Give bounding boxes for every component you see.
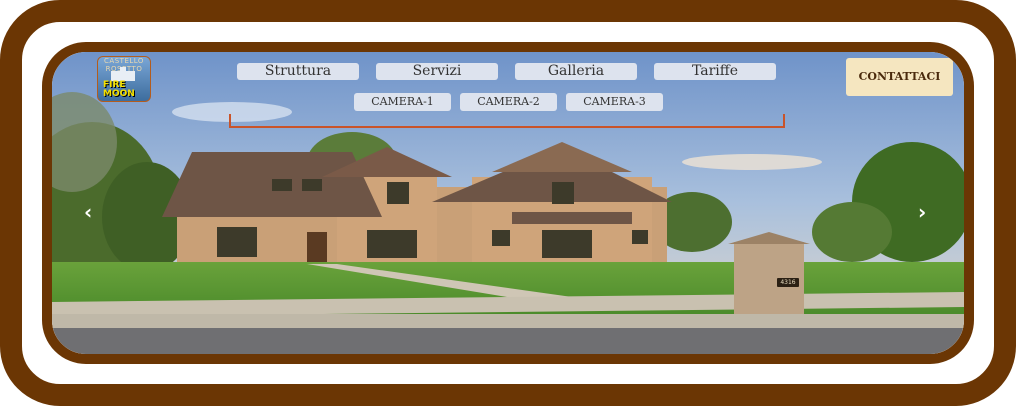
site-logo[interactable]: CASTELLO ROSETTO FIRE MOON [97, 56, 151, 102]
slider-next-icon[interactable]: › [918, 202, 926, 222]
slider-prev-icon[interactable]: ‹ [84, 202, 92, 222]
contact-button[interactable]: CONTATTACI [846, 58, 953, 96]
submenu-divider [229, 114, 785, 128]
sub-nav: CAMERA-1 CAMERA-2 CAMERA-3 [354, 93, 663, 111]
nav-item-tariffe[interactable]: Tariffe [654, 63, 776, 80]
main-nav: Struttura Servizi Galleria Tariffe [237, 63, 776, 80]
castle-icon [111, 67, 135, 81]
logo-text: FIRE MOON [98, 81, 150, 99]
nav-item-servizi[interactable]: Servizi [376, 63, 498, 80]
nav-item-struttura[interactable]: Struttura [237, 63, 359, 80]
sub-nav-camera-1[interactable]: CAMERA-1 [354, 93, 451, 111]
house-number-plate: 4316 [777, 278, 799, 287]
nav-item-galleria[interactable]: Galleria [515, 63, 637, 80]
sub-nav-camera-2[interactable]: CAMERA-2 [460, 93, 557, 111]
hero-slider: CASTELLO ROSETTO FIRE MOON Struttura Ser… [42, 42, 974, 364]
logo-line-2: MOON [103, 89, 135, 99]
sub-nav-camera-3[interactable]: CAMERA-3 [566, 93, 663, 111]
